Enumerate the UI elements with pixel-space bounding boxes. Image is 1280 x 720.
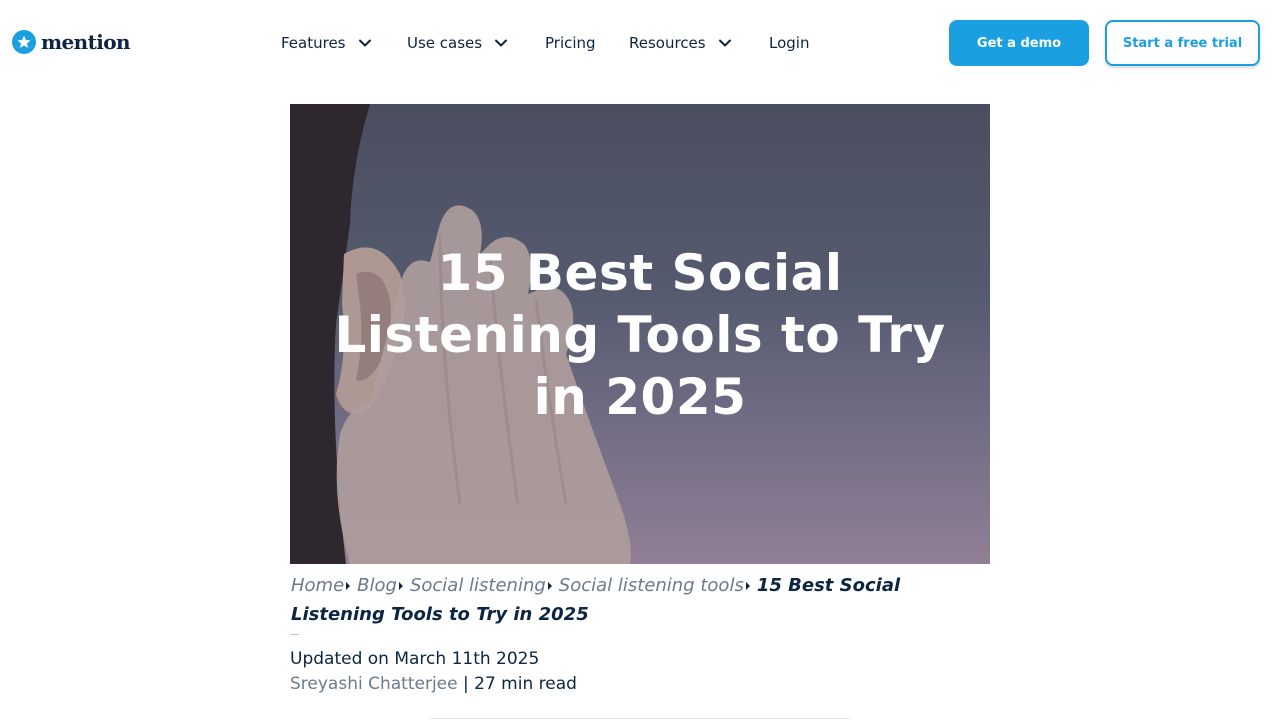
nav-resources-label: Resources <box>629 34 706 52</box>
nav-pricing-label: Pricing <box>545 34 596 52</box>
breadcrumb: Home Blog Social listening Social listening… <box>291 571 981 629</box>
read-time: 27 min read <box>474 674 577 694</box>
caret-right-icon <box>398 582 403 590</box>
hero-title: 15 Best Social Listening Tools to Try in… <box>334 244 946 426</box>
start-free-trial-button[interactable]: Start a free trial <box>1105 20 1260 66</box>
site-header: mention Features Use cases Pricing Resou… <box>0 0 1280 84</box>
byline-separator: | <box>457 674 475 694</box>
breadcrumb-social-listening-tools[interactable]: Social listening tools <box>559 575 744 596</box>
nav-pricing[interactable]: Pricing <box>545 30 596 56</box>
chevron-down-icon <box>718 39 731 47</box>
nav-login[interactable]: Login <box>769 30 809 56</box>
caret-right-icon <box>745 582 750 590</box>
hero-image: 15 Best Social Listening Tools to Try in… <box>290 104 990 564</box>
caret-right-icon <box>547 582 552 590</box>
chevron-down-icon <box>495 39 508 47</box>
breadcrumb-home[interactable]: Home <box>291 575 344 596</box>
byline: Sreyashi Chatterjee | 27 min read <box>290 673 577 695</box>
short-divider <box>291 634 299 635</box>
chevron-down-icon <box>358 39 371 47</box>
get-a-demo-button[interactable]: Get a demo <box>949 20 1089 66</box>
nav-resources[interactable]: Resources <box>629 30 732 56</box>
nav-use-cases-label: Use cases <box>407 34 483 52</box>
author-link[interactable]: Sreyashi Chatterjee <box>290 674 458 694</box>
nav-features[interactable]: Features <box>281 30 372 56</box>
breadcrumb-social-listening[interactable]: Social listening <box>410 575 546 596</box>
caret-right-icon <box>346 582 351 590</box>
content-divider <box>430 718 850 719</box>
updated-date: Updated on March 11th 2025 <box>290 649 540 669</box>
nav-features-label: Features <box>281 34 346 52</box>
breadcrumb-blog[interactable]: Blog <box>357 575 397 596</box>
nav-use-cases[interactable]: Use cases <box>407 30 508 56</box>
nav-login-label: Login <box>769 34 810 52</box>
